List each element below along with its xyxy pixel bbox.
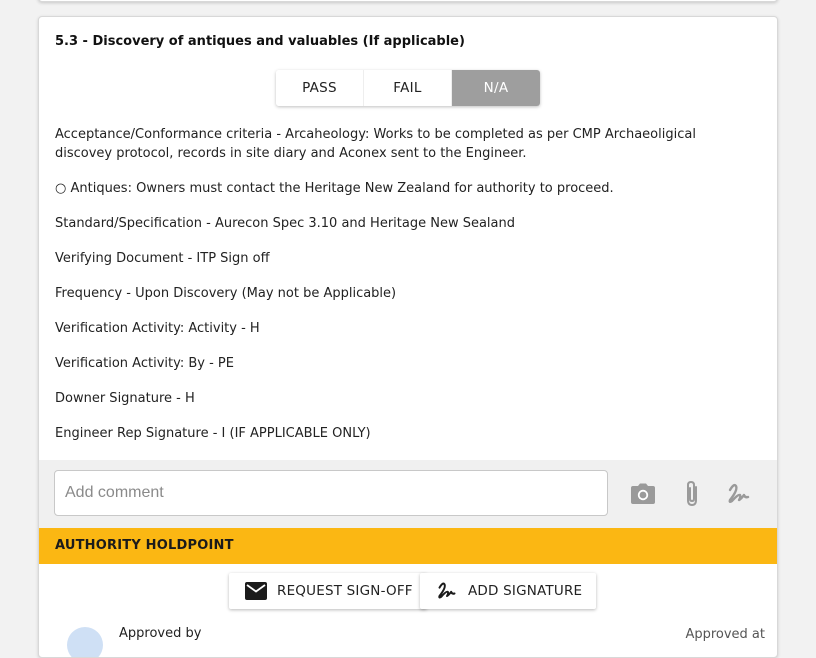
- avatar: [67, 627, 103, 657]
- pass-button[interactable]: PASS: [276, 70, 364, 106]
- holdpoint-label: AUTHORITY HOLDPOINT: [55, 538, 234, 553]
- na-button[interactable]: N/A: [452, 70, 540, 106]
- criteria-acceptance: Acceptance/Conformance criteria - Arcahe…: [55, 127, 696, 161]
- signature-icon[interactable]: [725, 480, 753, 508]
- previous-item-card: [38, 0, 778, 2]
- comment-bar: [39, 460, 777, 528]
- criteria-verification-by: Verification Activity: By - PE: [55, 356, 234, 371]
- criteria-downer-signature: Downer Signature - H: [55, 391, 195, 406]
- criteria-verification-activity: Verification Activity: Activity - H: [55, 321, 260, 336]
- criteria-antiques: ○ Antiques: Owners must contact the Heri…: [55, 181, 614, 196]
- approved-by-label: Approved by: [119, 626, 202, 641]
- criteria-text: Acceptance/Conformance criteria - Arcahe…: [55, 125, 755, 459]
- criteria-frequency: Frequency - Upon Discovery (May not be A…: [55, 286, 397, 301]
- authority-holdpoint-bar: AUTHORITY HOLDPOINT: [39, 528, 777, 564]
- paperclip-icon[interactable]: [678, 480, 706, 508]
- envelope-icon: [245, 580, 267, 602]
- add-signature-button[interactable]: ADD SIGNATURE: [420, 573, 597, 609]
- status-segmented-control: PASS FAIL N/A: [276, 70, 540, 106]
- camera-icon[interactable]: [629, 480, 657, 508]
- comment-input[interactable]: [54, 470, 608, 516]
- checklist-item-card: 5.3 - Discovery of antiques and valuable…: [38, 16, 778, 658]
- criteria-standard: Standard/Specification - Aurecon Spec 3.…: [55, 216, 516, 231]
- fail-button[interactable]: FAIL: [364, 70, 452, 106]
- item-title: 5.3 - Discovery of antiques and valuable…: [55, 34, 465, 49]
- request-signoff-label: REQUEST SIGN-OFF: [277, 583, 413, 599]
- criteria-engineer-signature: Engineer Rep Signature - I (IF APPLICABL…: [55, 426, 371, 441]
- criteria-verifying-document: Verifying Document - ITP Sign off: [55, 251, 270, 266]
- request-signoff-button[interactable]: REQUEST SIGN-OFF: [229, 573, 427, 609]
- add-signature-label: ADD SIGNATURE: [468, 583, 583, 599]
- signature-icon: [436, 580, 458, 602]
